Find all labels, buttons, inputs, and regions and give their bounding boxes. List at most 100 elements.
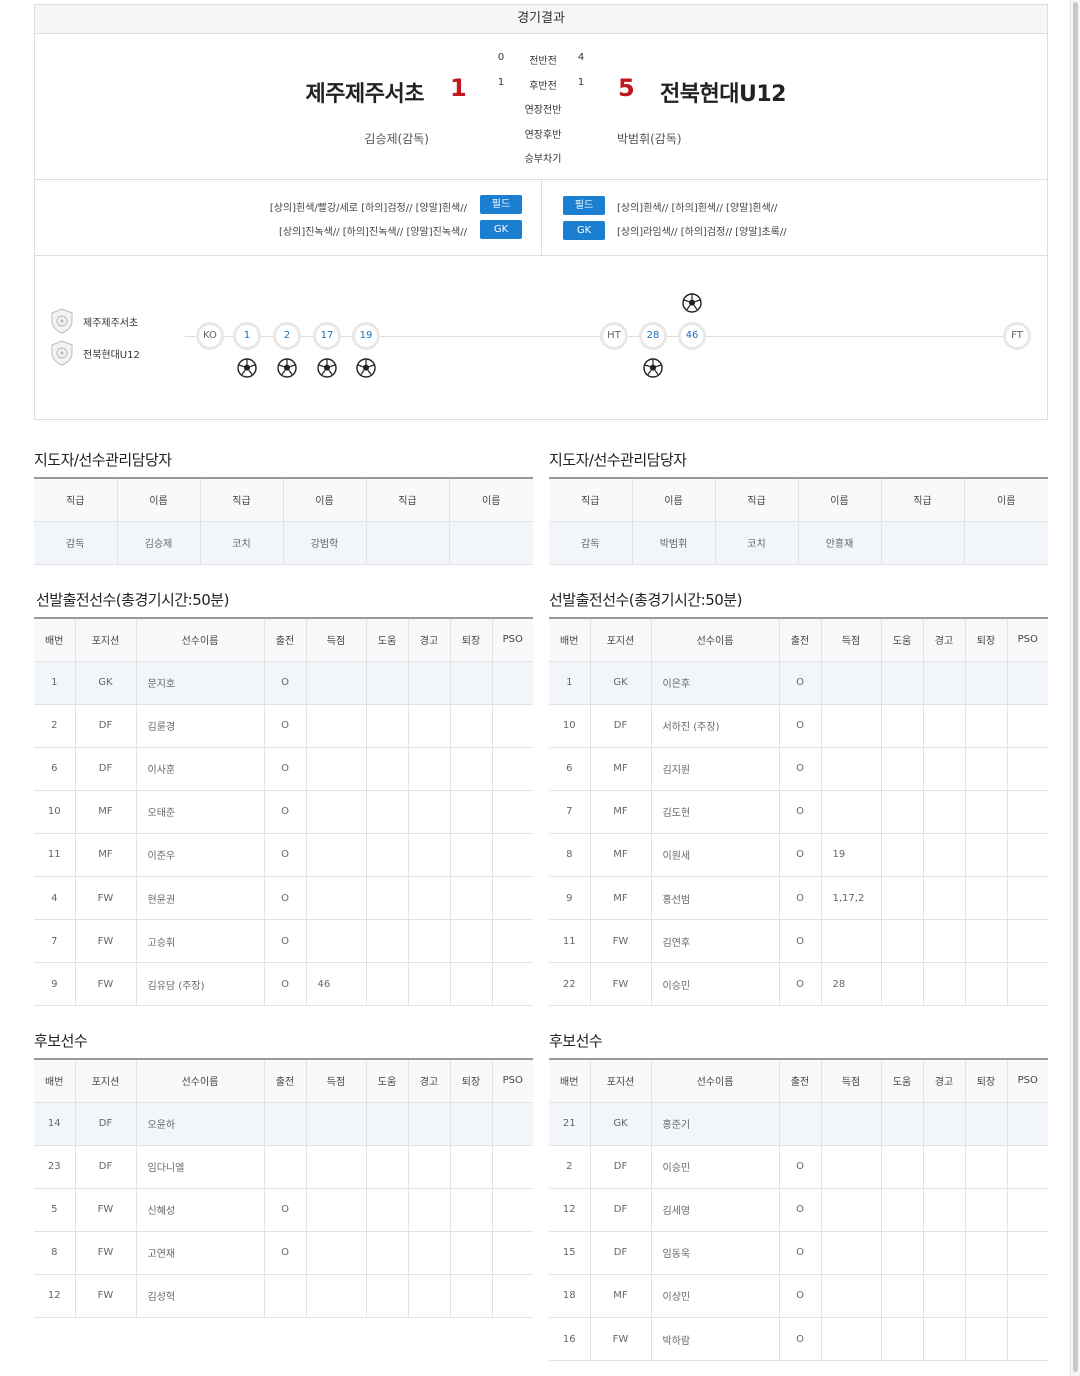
table-cell: [923, 1145, 966, 1189]
home-field-uniform: [상의]흰색/빨강/세로 [하의]검정// [양말]흰색//: [269, 203, 467, 214]
table-cell: [881, 1274, 924, 1318]
away-field-button[interactable]: 필드: [563, 196, 605, 215]
away-staff-title: 지도자/선수관리담당자: [549, 451, 687, 469]
table-cell: O: [264, 876, 307, 921]
period-label: 전반전: [529, 56, 557, 67]
table-cell: [408, 962, 451, 1007]
table-cell: [821, 1317, 882, 1362]
table-cell: [450, 919, 493, 964]
column-header: 포지션: [75, 618, 137, 662]
table-cell: [366, 962, 409, 1007]
away-gk-button[interactable]: GK: [563, 221, 605, 240]
table-cell: [306, 833, 367, 877]
table-cell: MF: [590, 747, 652, 791]
table-cell: 1: [34, 661, 76, 705]
table-cell: O: [264, 1188, 307, 1232]
goal-minute-marker[interactable]: 19: [352, 322, 380, 350]
table-cell: DF: [590, 1145, 652, 1189]
table-cell: [1007, 1188, 1048, 1232]
table-cell: 오태준: [136, 790, 265, 834]
table-header-row: 직급 이름 직급 이름 직급 이름: [34, 478, 533, 522]
table-cell: [1007, 1317, 1048, 1362]
goal-minute-marker[interactable]: 2: [273, 322, 301, 350]
table-row: 10 DF 서하진 (주장) O: [549, 704, 1048, 748]
table-cell: FW: [75, 1188, 137, 1232]
goal-minute-marker[interactable]: 46: [678, 322, 706, 350]
table-cell: 1,17,2: [821, 876, 882, 921]
team-emblem-icon: [51, 340, 73, 366]
table-cell: O: [779, 1231, 822, 1275]
table-cell: [408, 790, 451, 834]
result-header: 경기결과: [34, 4, 1048, 34]
table-header-row: 직급 이름 직급 이름 직급 이름: [549, 478, 1048, 522]
table-cell: [821, 1274, 882, 1318]
page-scrollbar[interactable]: [1070, 0, 1080, 1376]
table-cell: [965, 1102, 1008, 1146]
column-header: 출전: [264, 618, 307, 662]
table-cell: [408, 1188, 451, 1232]
column-header: 이름: [798, 478, 882, 522]
table-cell: [821, 919, 882, 964]
column-header: 배번: [34, 1059, 76, 1103]
table-cell: O: [264, 704, 307, 748]
table-cell: [366, 790, 409, 834]
table-cell: 12: [34, 1274, 76, 1318]
table-cell: [366, 1145, 409, 1189]
goal-minute-marker[interactable]: 28: [639, 322, 667, 350]
table-cell: [965, 1145, 1008, 1189]
table-cell: 1: [549, 661, 591, 705]
table-cell: [450, 704, 493, 748]
table-cell: GK: [590, 1102, 652, 1146]
table-row: 22 FW 이승민 O 28: [549, 962, 1048, 1007]
home-gk-button[interactable]: GK: [480, 220, 522, 239]
table-cell: [450, 1231, 493, 1275]
away-coach: 박범휘(감독): [617, 132, 682, 146]
table-cell: 8: [549, 833, 591, 877]
table-cell: [821, 1145, 882, 1189]
table-cell: [821, 747, 882, 791]
table-cell: 감독: [549, 521, 633, 565]
table-cell: [923, 833, 966, 877]
table-cell: 6: [34, 747, 76, 791]
home-field-button[interactable]: 필드: [480, 195, 522, 214]
table-cell: O: [779, 1274, 822, 1318]
table-cell: O: [779, 876, 822, 921]
table-row: 15 DF 임동욱 O: [549, 1231, 1048, 1275]
period-row: 연장전반: [475, 97, 605, 122]
table-cell: FW: [75, 962, 137, 1007]
column-header: 이름: [964, 478, 1048, 522]
table-cell: FW: [590, 1317, 652, 1362]
table-cell: 46: [306, 962, 367, 1007]
table-cell: 4: [34, 876, 76, 921]
scrollbar-thumb[interactable]: [1073, 2, 1078, 1372]
table-cell: [264, 1102, 307, 1146]
column-header: PSO: [1007, 618, 1048, 662]
table-row: 12 FW 김성혁: [34, 1274, 533, 1318]
table-cell: [1007, 962, 1048, 1007]
table-cell: [408, 1274, 451, 1318]
table-cell: [881, 521, 965, 565]
goal-minute-marker[interactable]: 17: [313, 322, 341, 350]
table-cell: 28: [821, 962, 882, 1007]
table-cell: [821, 661, 882, 705]
table-cell: 5: [34, 1188, 76, 1232]
goal-minute-marker[interactable]: 1: [233, 322, 261, 350]
table-cell: [821, 790, 882, 834]
period-row: 연장후반: [475, 122, 605, 147]
table-cell: 이승민: [651, 1145, 780, 1189]
soccer-ball-icon: [317, 358, 337, 378]
column-header: 포지션: [75, 1059, 137, 1103]
table-cell: [1007, 1145, 1048, 1189]
table-header-row: 배번 포지션 선수이름 출전 득점 도움 경고 퇴장 PSO: [34, 1059, 533, 1103]
table-cell: [1007, 919, 1048, 964]
table-cell: [450, 833, 493, 877]
period-row: 승부차기: [475, 146, 605, 171]
timeline-home-team-label: 제주제주서초: [83, 317, 139, 329]
column-header: 직급: [715, 478, 799, 522]
match-timeline: 제주제주서초 전북현대U12 KO 1 2 17 19 HT 28 46 FT: [34, 256, 1048, 420]
away-field-uniform: [상의]흰색// [하의]흰색// [양말]흰색//: [617, 203, 778, 214]
table-cell: [492, 1145, 533, 1189]
table-cell: [965, 661, 1008, 705]
column-header: 득점: [821, 618, 882, 662]
table-cell: 2: [549, 1145, 591, 1189]
